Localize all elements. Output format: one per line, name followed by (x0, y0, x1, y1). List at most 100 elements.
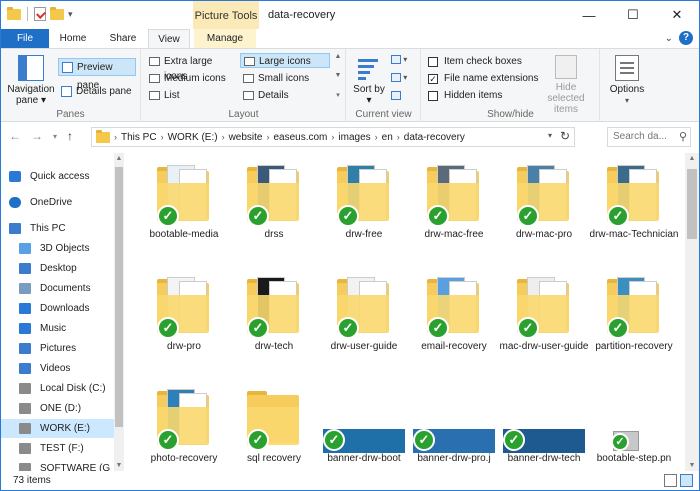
help-icon[interactable]: ? (679, 31, 693, 45)
forward-arrow-icon[interactable]: → (31, 129, 43, 143)
collapse-ribbon-icon[interactable]: ⌄ (665, 33, 673, 44)
nav-item-3d-objects[interactable]: 3D Objects (1, 239, 114, 258)
search-icon[interactable]: ⚲ (679, 128, 687, 146)
layout-extra-large-icons[interactable]: Extra large icons (146, 54, 238, 82)
scroll-down-icon[interactable]: ▼ (114, 462, 124, 469)
gallery-down-icon[interactable]: ▼ (335, 72, 342, 79)
size-columns-button[interactable] (391, 91, 413, 105)
folder-item-photo-recovery[interactable]: ✓ photo-recovery (139, 377, 229, 471)
large-icons-view-icon[interactable] (680, 474, 693, 487)
nav-item-music[interactable]: Music (1, 319, 114, 338)
layout-medium-icons[interactable]: Medium icons (146, 71, 238, 86)
nav-item-software-g[interactable]: SOFTWARE (G (1, 459, 114, 471)
address-history-icon[interactable]: ▾ (548, 131, 552, 140)
layout-small-icons[interactable]: Small icons (240, 71, 330, 86)
breadcrumb-website[interactable]: website (229, 132, 263, 143)
scroll-up-icon[interactable]: ▲ (114, 155, 124, 162)
tab-manage[interactable]: Manage (194, 29, 256, 48)
tab-file[interactable]: File (1, 29, 49, 48)
file-name-extensions-checkbox[interactable]: ✓ (428, 74, 438, 84)
breadcrumb-easeus-com[interactable]: easeus.com (273, 132, 327, 143)
address-bar[interactable]: › This PC › WORK (E:) › website › easeus… (91, 127, 575, 147)
breadcrumb-separator-icon[interactable]: › (397, 132, 400, 142)
item-check-boxes-toggle[interactable]: Item check boxes (428, 54, 522, 70)
details-pane-button[interactable]: Details pane (58, 83, 136, 101)
file-item-banner-drw-tech[interactable]: ✓ banner-drw-tech (499, 377, 589, 471)
file-item-bootable-step-pn[interactable]: ✓ bootable-step.pn (589, 377, 679, 471)
layout-large-icons[interactable]: Large icons (240, 53, 330, 68)
nav-item-local-disk-c[interactable]: Local Disk (C:) (1, 379, 114, 398)
gallery-up-icon[interactable]: ▲ (335, 53, 342, 60)
hide-selected-items-button[interactable]: Hide selected items (536, 53, 596, 115)
search-input[interactable]: Search da... ⚲ (607, 127, 691, 147)
hidden-items-checkbox[interactable] (428, 91, 438, 101)
nav-item-documents[interactable]: Documents (1, 279, 114, 298)
file-view-scroll-thumb[interactable] (687, 169, 697, 239)
file-item-banner-drw-pro-j[interactable]: ✓ banner-drw-pro.j (409, 377, 499, 471)
item-check-boxes-checkbox[interactable] (428, 57, 438, 67)
gallery-more-icon[interactable]: ▾ (336, 91, 340, 99)
nav-item-this-pc[interactable]: This PC (1, 219, 114, 238)
breadcrumb-separator-icon[interactable]: › (161, 132, 164, 142)
folder-item-drw-tech[interactable]: ✓ drw-tech (229, 265, 319, 375)
nav-item-pictures[interactable]: Pictures (1, 339, 114, 358)
minimize-button[interactable]: — (567, 1, 611, 29)
file-view-scrollbar[interactable]: ▲ ▼ (685, 153, 699, 471)
folder-item-drw-free[interactable]: ✓ drw-free (319, 153, 409, 263)
qat-customize-icon[interactable]: ▾ (68, 9, 73, 20)
details-view-icon[interactable] (664, 474, 677, 487)
breadcrumb-separator-icon[interactable]: › (222, 132, 225, 142)
folder-item-drw-mac-technician[interactable]: ✓ drw-mac-Technician (589, 153, 679, 263)
folder-item-email-recovery[interactable]: ✓ email-recovery (409, 265, 499, 375)
folder-item-drw-user-guide[interactable]: ✓ drw-user-guide (319, 265, 409, 375)
tab-share[interactable]: Share (101, 29, 145, 48)
nav-pane-scroll-thumb[interactable] (115, 167, 123, 427)
breadcrumb-separator-icon[interactable]: › (114, 132, 117, 142)
hidden-items-toggle[interactable]: Hidden items (428, 88, 502, 104)
folder-item-bootable-media[interactable]: ✓ bootable-media (139, 153, 229, 263)
scroll-up-icon[interactable]: ▲ (685, 155, 699, 162)
layout-details[interactable]: Details (240, 88, 330, 103)
new-folder-icon[interactable] (50, 6, 64, 20)
group-by-button[interactable]: ▾ (391, 55, 413, 69)
folder-item-drw-mac-pro[interactable]: ✓ drw-mac-pro (499, 153, 589, 263)
nav-item-desktop[interactable]: Desktop (1, 259, 114, 278)
layout-gallery-scroll[interactable]: ▲ ▼ ▾ (333, 53, 343, 99)
nav-item-test-f[interactable]: TEST (F:) (1, 439, 114, 458)
nav-pane-scrollbar[interactable]: ▲ ▼ (114, 153, 124, 471)
breadcrumb-separator-icon[interactable]: › (331, 132, 334, 142)
properties-icon[interactable] (34, 7, 46, 21)
nav-item-downloads[interactable]: Downloads (1, 299, 114, 318)
nav-item-onedrive[interactable]: OneDrive (1, 193, 114, 212)
preview-pane-button[interactable]: Preview pane (58, 58, 136, 91)
folder-item-drw-pro[interactable]: ✓ drw-pro (139, 265, 229, 375)
nav-item-work-e[interactable]: WORK (E:) (1, 419, 114, 438)
up-arrow-icon[interactable]: ↑ (67, 129, 73, 143)
sort-by-button[interactable]: Sort by ▾ (353, 53, 385, 106)
tab-home[interactable]: Home (53, 29, 93, 48)
maximize-button[interactable]: ☐ (611, 1, 655, 29)
breadcrumb-data-recovery[interactable]: data-recovery (404, 132, 465, 143)
nav-item-videos[interactable]: Videos (1, 359, 114, 378)
breadcrumb-separator-icon[interactable]: › (375, 132, 378, 142)
breadcrumb-en[interactable]: en (382, 132, 393, 143)
recent-locations-icon[interactable]: ▾ (53, 132, 57, 143)
layout-list[interactable]: List (146, 88, 238, 103)
folder-item-drss[interactable]: ✓ drss (229, 153, 319, 263)
folder-item-sql-recovery[interactable]: ✓ sql recovery (229, 377, 319, 471)
folder-item-partition-recovery[interactable]: ✓ partition-recovery (589, 265, 679, 375)
back-arrow-icon[interactable]: ← (9, 129, 21, 143)
file-item-banner-drw-boot[interactable]: ✓ banner-drw-boot (319, 377, 409, 471)
close-button[interactable]: ✕ (655, 1, 699, 29)
breadcrumb-separator-icon[interactable]: › (266, 132, 269, 142)
breadcrumb-work-e[interactable]: WORK (E:) (168, 132, 218, 143)
scroll-down-icon[interactable]: ▼ (685, 462, 699, 469)
folder-item-mac-drw-user-guide[interactable]: ✓ mac-drw-user-guide (499, 265, 589, 375)
tab-view[interactable]: View (148, 29, 190, 49)
nav-item-one-d[interactable]: ONE (D:) (1, 399, 114, 418)
add-columns-button[interactable]: ▾ (391, 73, 413, 87)
breadcrumb-images[interactable]: images (338, 132, 370, 143)
refresh-icon[interactable]: ↻ (560, 129, 570, 143)
file-name-extensions-toggle[interactable]: ✓ File name extensions (428, 71, 539, 87)
navigation-pane-button[interactable]: Navigation pane ▾ (7, 53, 55, 106)
